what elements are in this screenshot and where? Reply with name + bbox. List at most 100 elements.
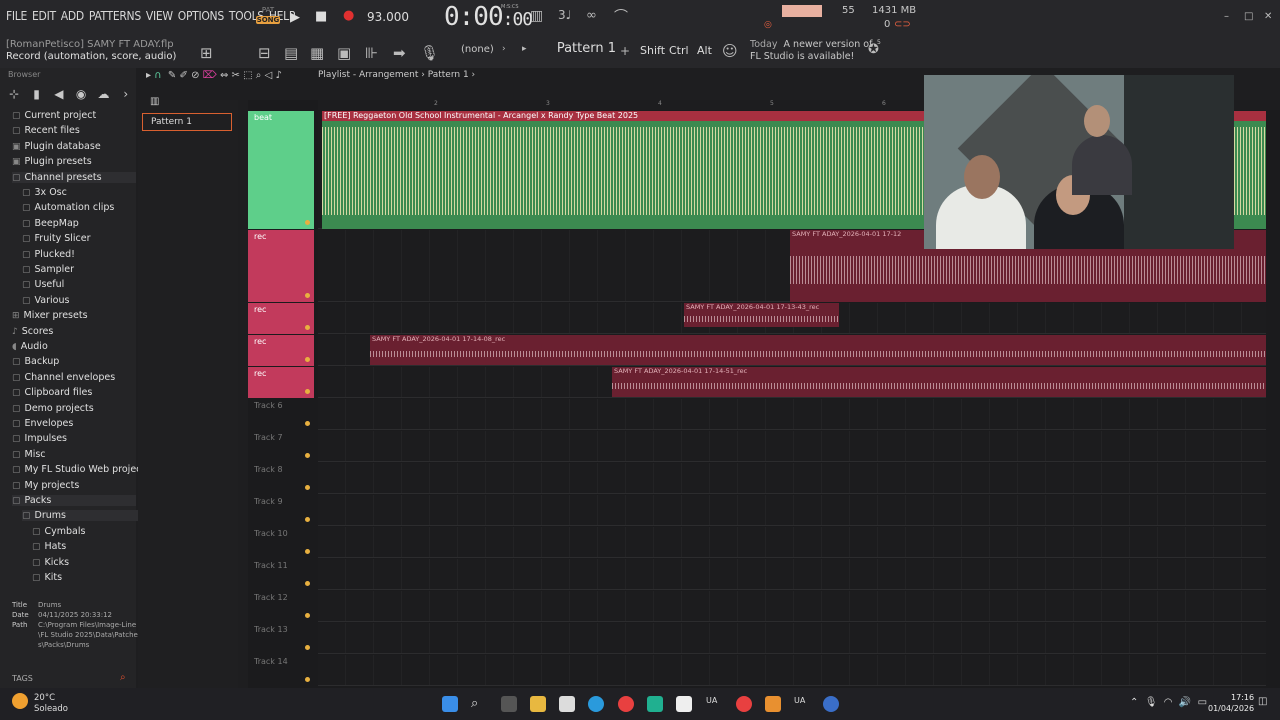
menu-add[interactable]: ADD <box>61 9 84 23</box>
track-lane[interactable] <box>318 655 1266 686</box>
track-lane[interactable] <box>318 495 1266 526</box>
app-icon-2[interactable] <box>823 696 839 712</box>
close-icon[interactable]: ✕ <box>1264 11 1272 22</box>
stop-button[interactable]: ■ <box>315 9 327 24</box>
browser-item[interactable]: ▢ Demo projects <box>12 403 94 414</box>
hint-icon[interactable]: ⊞ <box>200 44 213 62</box>
pat-song-toggle[interactable]: PAT SONG <box>256 6 280 30</box>
news-icon[interactable]: ☺ <box>722 42 738 60</box>
notification-icon[interactable]: ◫ <box>1258 696 1267 707</box>
browser-item[interactable]: ▢ Drums <box>22 510 146 522</box>
browser-item[interactable]: ▢ Automation clips <box>22 202 114 213</box>
browser-item[interactable]: ▢ Recent files <box>12 125 80 136</box>
weather-widget[interactable]: 20°C Soleado <box>34 693 68 715</box>
fl-studio-icon[interactable] <box>765 696 781 712</box>
browser-item[interactable]: ▢ Kits <box>32 572 62 583</box>
browser-next-icon[interactable]: › <box>120 87 132 105</box>
browser-file-icon[interactable]: ▮ <box>30 87 42 105</box>
track-header[interactable]: rec <box>248 367 314 398</box>
track-lane[interactable] <box>318 431 1266 462</box>
record-button[interactable]: ● <box>343 8 354 23</box>
shift-key[interactable]: Shift <box>640 44 665 57</box>
mic-icon[interactable]: 🎙 <box>420 44 439 62</box>
delete-icon[interactable]: ⊘ <box>191 70 199 81</box>
browser-item[interactable]: ▢ BeepMap <box>22 218 79 229</box>
browser-item[interactable]: ▢ Clipboard files <box>12 387 92 398</box>
menu-options[interactable]: OPTIONS <box>178 9 224 23</box>
zoom-icon[interactable]: ⌕ <box>256 70 262 81</box>
playlist-play-icon[interactable]: ▸ <box>146 70 151 81</box>
track-header[interactable]: Track 6 <box>248 399 314 430</box>
slip-icon[interactable]: ⇔ <box>220 70 228 81</box>
track-lane[interactable] <box>318 463 1266 494</box>
browser-back-icon[interactable]: ◀ <box>53 87 65 105</box>
track-lane[interactable] <box>318 591 1266 622</box>
browser-item[interactable]: ▢ Sampler <box>22 264 74 275</box>
audio-clip[interactable]: SAMY FT ADAY_2026-04-01 17-13-43_rec <box>684 303 839 327</box>
pencil-icon[interactable]: ✎ <box>168 70 176 81</box>
app-icon[interactable] <box>647 696 663 712</box>
playlist-icon[interactable]: ⊟ <box>258 44 271 62</box>
plugin-picker-icon[interactable]: ⊪ <box>365 44 378 62</box>
track-header[interactable]: Track 9 <box>248 495 314 526</box>
track-lane[interactable] <box>318 559 1266 590</box>
track-header[interactable]: Track 8 <box>248 463 314 494</box>
edge-icon[interactable] <box>588 696 604 712</box>
track-lane[interactable] <box>318 527 1266 558</box>
ua-icon-2[interactable]: UA <box>794 696 810 712</box>
browser-item[interactable]: ▢ Misc <box>12 449 46 460</box>
browser-item[interactable]: ▢ My FL Studio Web projects <box>12 464 150 475</box>
pattern-selector[interactable]: Pattern 1 <box>536 41 616 59</box>
browser-item[interactable]: ▢ Channel presets <box>12 171 136 183</box>
track-header[interactable]: rec <box>248 230 314 302</box>
playback-icon[interactable]: ◁ <box>265 70 273 81</box>
track-header[interactable]: Track 12 <box>248 591 314 622</box>
add-pattern-icon[interactable]: + <box>620 44 630 58</box>
ctrl-key[interactable]: Ctrl <box>669 44 689 57</box>
track-lane[interactable] <box>318 623 1266 654</box>
browser-item[interactable]: ▢ Current project <box>12 110 96 121</box>
browser-item[interactable]: ▢ 3x Osc <box>22 187 67 198</box>
track-header[interactable]: Track 13 <box>248 623 314 654</box>
menu-file[interactable]: FILE <box>6 9 27 23</box>
mute-icon[interactable]: ⌦ <box>203 70 217 81</box>
menu-view[interactable]: VIEW <box>146 9 173 23</box>
loop-icon[interactable]: ∞ <box>586 8 597 23</box>
menu-edit[interactable]: EDIT <box>32 9 56 23</box>
audio-clip[interactable]: SAMY FT ADAY_2026-04-01 17-14-51_rec <box>612 367 1266 397</box>
breadcrumb-title[interactable]: Playlist - Arrangement <box>318 70 418 80</box>
browser-item[interactable]: ▣ Plugin database <box>12 141 101 152</box>
prev-icon[interactable]: › <box>502 44 506 54</box>
track-header[interactable]: rec <box>248 335 314 366</box>
browser-item[interactable]: ▢ Impulses <box>12 433 67 444</box>
news-panel[interactable]: Today A newer version of FL Studio is av… <box>750 39 872 63</box>
browser-item[interactable]: ▢ Fruity Slicer <box>22 233 91 244</box>
browser-item[interactable]: ▢ Various <box>22 295 69 306</box>
minimize-icon[interactable]: – <box>1224 11 1229 22</box>
next-icon[interactable]: ▸ <box>522 44 527 54</box>
track-header[interactable]: Track 11 <box>248 559 314 590</box>
maximize-icon[interactable]: □ <box>1244 11 1253 22</box>
track-header[interactable]: rec <box>248 303 314 334</box>
audio-input-select[interactable]: (none) <box>461 44 494 55</box>
track-header[interactable]: Track 14 <box>248 655 314 686</box>
ua-icon[interactable]: UA <box>706 696 722 712</box>
wait-icon[interactable]: ⌒ <box>614 6 628 26</box>
browser-item[interactable]: ▢ Plucked! <box>22 249 75 260</box>
browser-item[interactable]: ▢ Kicks <box>32 557 69 568</box>
browser-item[interactable]: ▣ Plugin presets <box>12 156 92 167</box>
browser-expand-icon[interactable]: ⊹ <box>8 87 20 105</box>
menu-patterns[interactable]: PATTERNS <box>89 9 141 23</box>
slice-icon[interactable]: ✂ <box>232 70 240 81</box>
system-clock[interactable]: 17:16 01/04/2026 <box>1208 692 1254 714</box>
arrow-icon[interactable]: ➡ <box>393 44 406 62</box>
snap-icon[interactable]: ∩ <box>154 70 161 81</box>
track-header[interactable]: Track 10 <box>248 527 314 558</box>
browser-item[interactable]: ♪ Scores <box>12 326 53 337</box>
browser-item[interactable]: ▢ Envelopes <box>12 418 73 429</box>
browser-cloud-icon[interactable]: ☁ <box>97 87 109 105</box>
browser-item[interactable]: ⊞ Mixer presets <box>12 310 88 321</box>
alt-key[interactable]: Alt <box>697 44 712 57</box>
windows-start-icon[interactable] <box>442 696 458 712</box>
brush-icon[interactable]: ✐ <box>179 70 187 81</box>
